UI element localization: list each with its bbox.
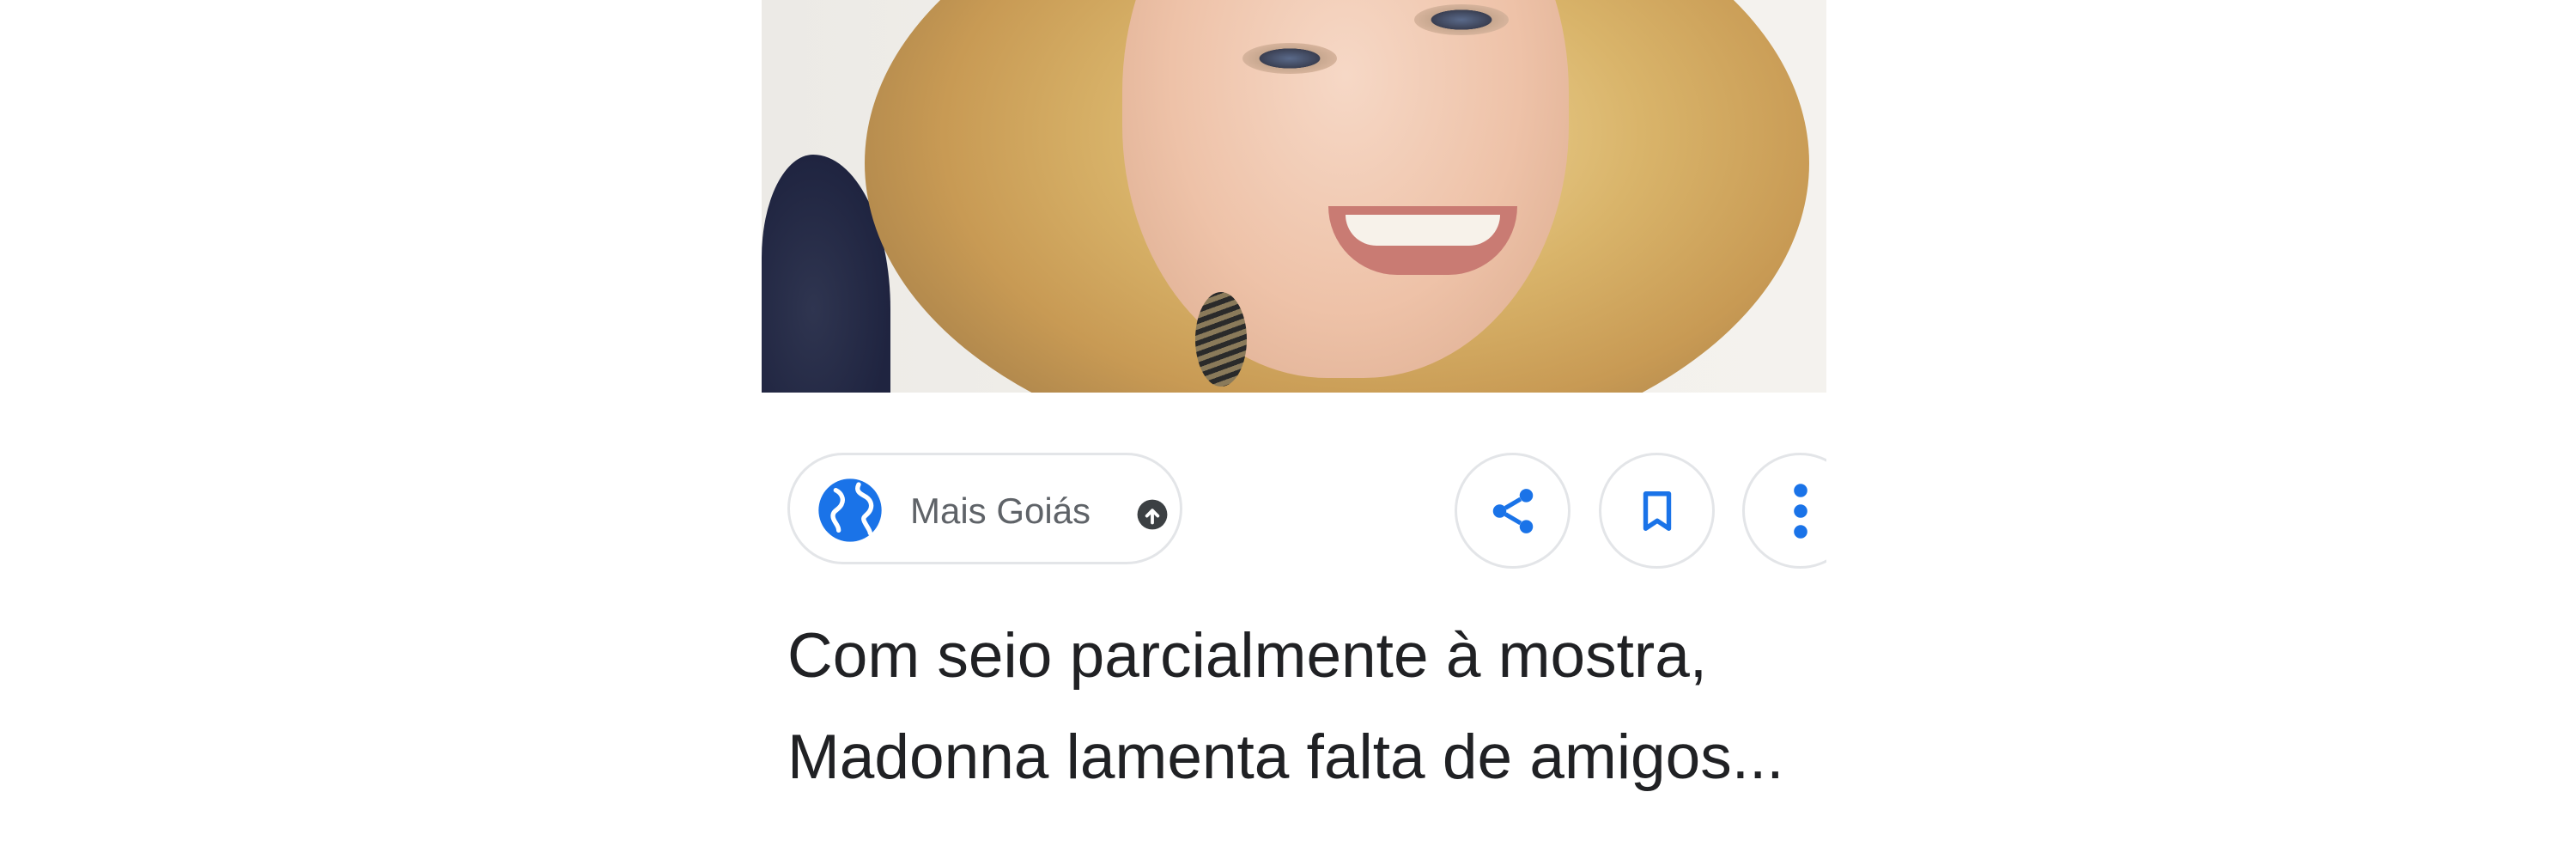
more-options-button[interactable]: [1742, 453, 1826, 569]
image-teeth: [1346, 215, 1500, 246]
image-necklace: [1195, 292, 1247, 387]
news-card[interactable]: Mais Goiás Com seio parcialmente à mostr…: [762, 0, 1826, 859]
image-eye-left: [1242, 43, 1337, 74]
arrow-circle-icon: [1136, 498, 1169, 531]
source-chip[interactable]: Mais Goiás: [787, 453, 1182, 564]
article-headline[interactable]: Com seio parcialmente à mostra, Madonna …: [787, 606, 1826, 808]
share-icon: [1492, 488, 1533, 533]
headline-line-1: Com seio parcialmente à mostra,: [787, 621, 1708, 691]
more-vert-icon: [1793, 483, 1807, 539]
image-eye-right: [1414, 4, 1509, 35]
share-button[interactable]: [1455, 453, 1571, 569]
bookmark-icon: [1643, 490, 1671, 531]
globe-icon: [816, 476, 884, 545]
article-image[interactable]: [762, 0, 1826, 393]
bookmark-button[interactable]: [1599, 453, 1715, 569]
page: Mais Goiás Com seio parcialmente à mostr…: [0, 0, 2576, 859]
source-name: Mais Goiás: [910, 490, 1091, 531]
headline-line-2: Madonna lamenta falta de amigos...: [787, 722, 1784, 792]
